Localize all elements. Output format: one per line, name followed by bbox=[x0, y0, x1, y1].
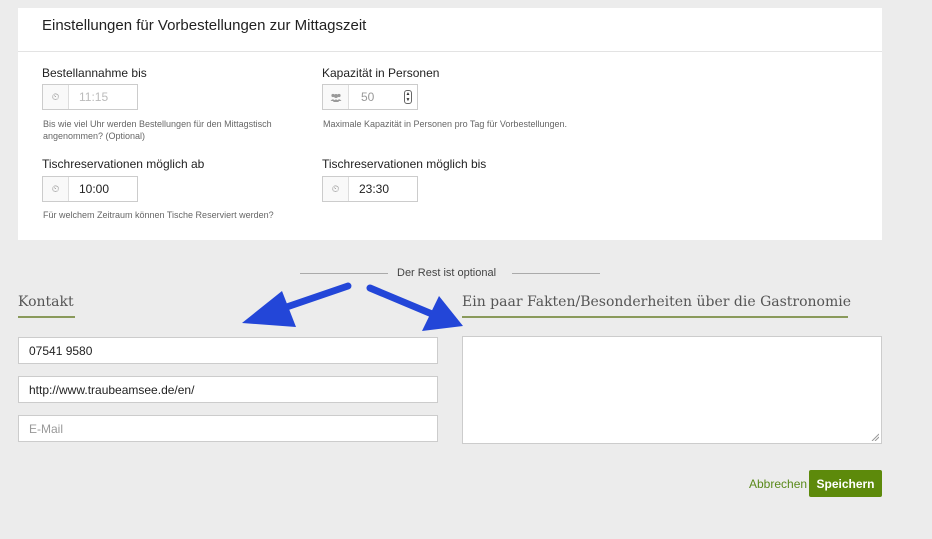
annotation-arrows bbox=[242, 282, 463, 331]
arrow-left-icon bbox=[242, 282, 352, 327]
arrow-right-icon bbox=[366, 284, 463, 331]
